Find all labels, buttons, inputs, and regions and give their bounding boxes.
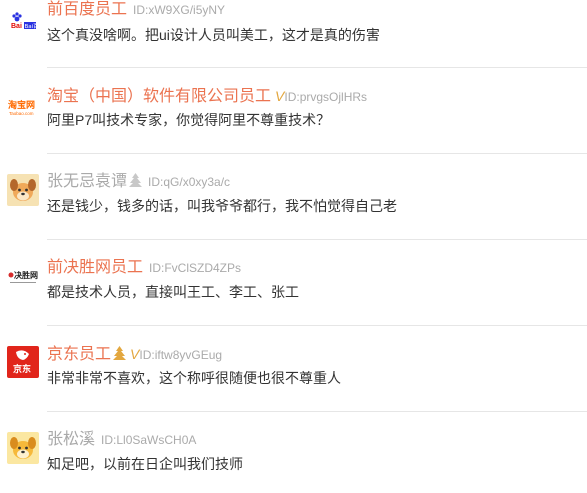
svg-text:Taobao.com: Taobao.com — [9, 111, 34, 116]
dog-avatar-icon[interactable] — [7, 432, 39, 464]
author-name[interactable]: 张无忌袁谭 — [47, 173, 127, 190]
author-name[interactable]: 张松溪 — [47, 431, 95, 448]
comment-feed: Bai Bai百度 前百度员工 ID:xW9XG/i5yNY 这个真没啥啊。把ui… — [0, 0, 587, 493]
comment-text: 还是钱少，钱多的话，叫我爷爷都行，我不怕觉得自己老 — [47, 198, 397, 214]
divider — [47, 239, 587, 240]
divider — [47, 325, 587, 326]
jd-logo-icon[interactable]: 京东 — [7, 346, 39, 378]
verified-badge-icon: V — [130, 346, 140, 362]
svg-text:Bai百度: Bai百度 — [25, 22, 40, 30]
user-id: ID:iftw8yvGEug — [139, 348, 223, 362]
dog-avatar-icon[interactable] — [7, 174, 39, 206]
author-name[interactable]: 前百度员工 — [47, 1, 127, 18]
comment-text: 这个真没啥啊。把ui设计人员叫美工，这才是真的伤害 — [47, 27, 380, 43]
divider — [47, 153, 587, 154]
baidu-logo-icon[interactable]: Bai Bai百度 — [7, 4, 39, 36]
user-id: ID:prvgsOjlHRs — [284, 90, 368, 104]
user-id: ID:qG/x0xy3a/c — [148, 175, 231, 189]
juesheng-logo-icon[interactable]: 决胜网 — [7, 260, 39, 292]
tree-badge-icon — [113, 346, 127, 367]
comment-text: 阿里P7叫技术专家，你觉得阿里不尊重技术？ — [47, 112, 331, 128]
author-name[interactable]: 淘宝（中国）软件有限公司员工 — [47, 88, 271, 105]
taobao-logo-icon[interactable]: 淘宝网 Taobao.com — [7, 90, 39, 122]
comment-text: 知足吧，以前在日企叫我们技师 — [47, 456, 243, 472]
comment-text: 非常非常不喜欢，这个称呼很随便也很不尊重人 — [47, 370, 341, 386]
verified-badge-icon: V — [275, 88, 285, 104]
svg-text:京东: 京东 — [13, 363, 31, 375]
svg-text:淘宝网: 淘宝网 — [8, 99, 35, 111]
author-name[interactable]: 前决胜网员工 — [47, 259, 143, 276]
author-name[interactable]: 京东员工 — [47, 346, 111, 363]
comment-text: 都是技术人员，直接叫王工、李工、张工 — [47, 284, 299, 300]
svg-text:决胜网: 决胜网 — [14, 270, 38, 280]
divider — [47, 67, 587, 68]
tree-badge-icon — [129, 173, 143, 194]
divider — [47, 411, 587, 412]
user-id: ID:FvClSZD4ZPs — [149, 261, 242, 275]
user-id: ID:xW9XG/i5yNY — [133, 3, 226, 17]
user-id: ID:Ll0SaWsCH0A — [101, 433, 197, 447]
svg-text:Bai: Bai — [11, 23, 22, 30]
